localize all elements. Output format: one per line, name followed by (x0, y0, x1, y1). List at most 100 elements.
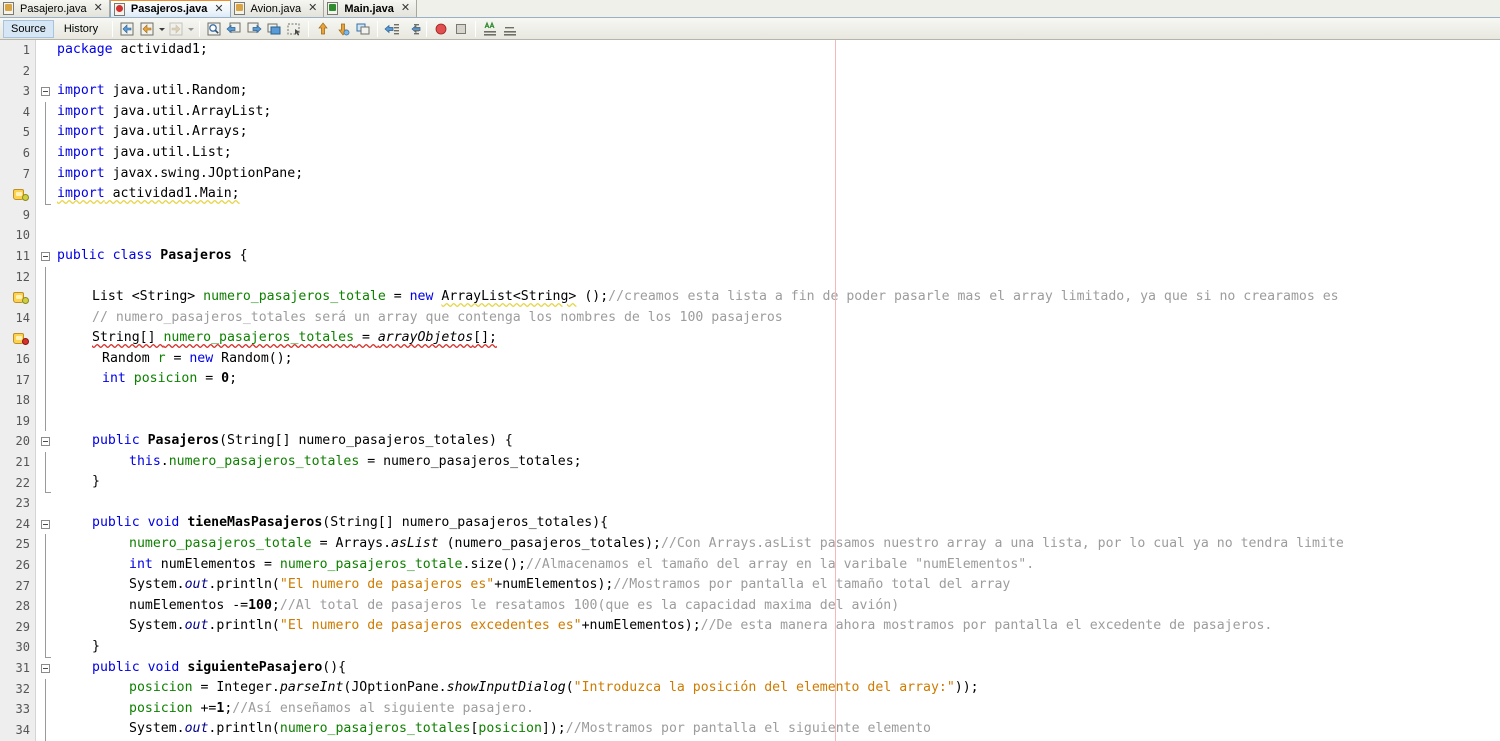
code-editor[interactable]: 1 2 3 4 5 6 7 9 10 11 12 14 16 17 18 19 20 21 22 23 24 25 26 27… (0, 40, 1500, 741)
tab-main-java[interactable]: Main.java ✕ (324, 0, 418, 17)
fold-collapse-icon[interactable] (41, 664, 50, 673)
code-line: import javax.swing.JOptionPane; (57, 165, 304, 181)
previous-error-icon[interactable] (314, 20, 332, 38)
java-file-icon (3, 2, 15, 15)
tab-avion-java[interactable]: Avion.java ✕ (230, 0, 325, 17)
toggle-bookmark-icon[interactable] (265, 20, 283, 38)
fold-collapse-icon[interactable] (41, 252, 50, 261)
toggle-breakpoint-icon[interactable] (432, 20, 450, 38)
line-number: 4 (22, 104, 30, 119)
history-view-button[interactable]: History (56, 20, 106, 38)
find-selection-icon[interactable] (205, 20, 223, 38)
forward-dropdown-icon[interactable] (186, 20, 195, 38)
fold-range-line (45, 534, 46, 555)
close-icon[interactable]: ✕ (399, 3, 412, 14)
fold-range-line (45, 719, 46, 741)
fold-range-end (45, 492, 51, 494)
stop-icon[interactable] (452, 20, 470, 38)
fold-range-line (45, 555, 46, 576)
tab-pasajero-java[interactable]: Pasajero.java ✕ (0, 0, 110, 17)
code-line: import java.util.Random; (57, 83, 248, 99)
line-number: 5 (22, 125, 30, 140)
line-number: 6 (22, 146, 30, 160)
line-number: 12 (15, 269, 30, 284)
line-number-gutter[interactable]: 1 2 3 4 5 6 7 9 10 11 12 14 16 17 18 19 20 21 22 23 24 25 26 27… (0, 40, 36, 741)
line-number: 28 (15, 599, 30, 614)
line-number: 30 (15, 640, 30, 655)
code-fold-column[interactable] (37, 40, 57, 741)
line-number: 22 (15, 475, 30, 490)
code-line: numElementos -=100;//Al total de pasajer… (129, 597, 900, 613)
line-number: 27 (15, 578, 30, 593)
tab-label: Pasajero.java (20, 2, 87, 15)
line-number: 32 (15, 681, 30, 696)
last-edit-icon[interactable] (118, 20, 136, 38)
tab-label: Main.java (344, 2, 394, 15)
code-text-area[interactable]: package actividad1; import java.util.Ran… (57, 40, 1500, 741)
line-number: 16 (15, 352, 30, 366)
error-annotation-icon[interactable] (13, 331, 29, 346)
code-line: public void siguientePasajero(){ (92, 659, 347, 675)
code-line: List <String> numero_pasajeros_totale = … (92, 289, 1339, 304)
uncomment-icon[interactable] (501, 20, 519, 38)
editor-tab-bar[interactable]: Pasajero.java ✕ Pasajeros.java ✕ Avion.j… (0, 0, 1500, 18)
line-number: 1 (22, 43, 30, 57)
fold-range-line (45, 616, 46, 638)
java-file-icon (233, 2, 246, 15)
next-error-icon[interactable] (334, 20, 352, 38)
close-icon[interactable]: ✕ (212, 3, 225, 15)
java-main-file-icon (327, 2, 339, 15)
fold-range-line (45, 287, 46, 308)
previous-bookmark-icon[interactable] (225, 20, 243, 38)
code-line: posicion +=1;//Así enseñamos al siguient… (129, 700, 534, 716)
warning-annotation-icon[interactable] (13, 290, 29, 305)
fold-range-line (45, 266, 46, 288)
toggle-highlight-icon[interactable] (354, 20, 372, 38)
fold-collapse-icon[interactable] (41, 437, 50, 447)
close-icon[interactable]: ✕ (92, 3, 105, 14)
toolbar-separator (308, 20, 310, 37)
java-file-modified-icon (113, 2, 126, 16)
shift-left-icon[interactable] (383, 20, 401, 38)
fold-range-line (45, 328, 46, 349)
fold-range-line (45, 143, 46, 164)
code-line: // numero_pasajeros_totales será un arra… (92, 309, 783, 325)
fold-range-line (45, 596, 46, 617)
fold-collapse-icon[interactable] (41, 519, 50, 529)
close-icon[interactable]: ✕ (306, 3, 319, 14)
line-number: 34 (15, 722, 30, 737)
toolbar-separator (112, 20, 114, 37)
toolbar-separator (199, 20, 201, 37)
shift-right-icon[interactable] (403, 20, 421, 38)
line-number: 25 (15, 537, 30, 552)
toggle-rectangular-selection-icon[interactable] (285, 20, 303, 38)
warning-annotation-icon[interactable] (13, 187, 29, 202)
editor-toolbar[interactable]: Source History (0, 18, 1500, 40)
tab-label: Pasajeros.java (130, 3, 208, 15)
fold-range-line (45, 678, 46, 700)
fold-range-line (45, 101, 46, 123)
back-icon[interactable] (138, 20, 156, 38)
code-line: package actividad1; (57, 42, 208, 57)
forward-icon[interactable] (167, 20, 185, 38)
fold-collapse-icon[interactable] (41, 87, 50, 97)
line-number: 17 (15, 372, 30, 387)
comment-icon[interactable] (481, 20, 499, 38)
line-number: 9 (22, 207, 30, 222)
code-line: int numElementos = numero_pasajeros_tota… (129, 556, 1035, 572)
source-view-button[interactable]: Source (3, 19, 54, 38)
toolbar-separator (377, 20, 379, 37)
line-number: 24 (15, 516, 30, 531)
line-number: 3 (22, 84, 30, 99)
fold-range-line (45, 699, 46, 720)
back-dropdown-icon[interactable] (157, 20, 166, 38)
tab-pasajeros-java[interactable]: Pasajeros.java ✕ (109, 0, 231, 17)
next-bookmark-icon[interactable] (245, 20, 263, 38)
code-line: public class Pasajeros { (57, 247, 248, 263)
code-line: String[] numero_pasajeros_totales = arra… (92, 330, 497, 346)
code-line: import java.util.Arrays; (57, 124, 248, 140)
fold-range-line (45, 307, 46, 329)
line-number: 18 (15, 393, 30, 408)
code-line: System.out.println("El numero de pasajer… (129, 577, 1011, 593)
code-line: import actividad1.Main; (57, 186, 240, 202)
